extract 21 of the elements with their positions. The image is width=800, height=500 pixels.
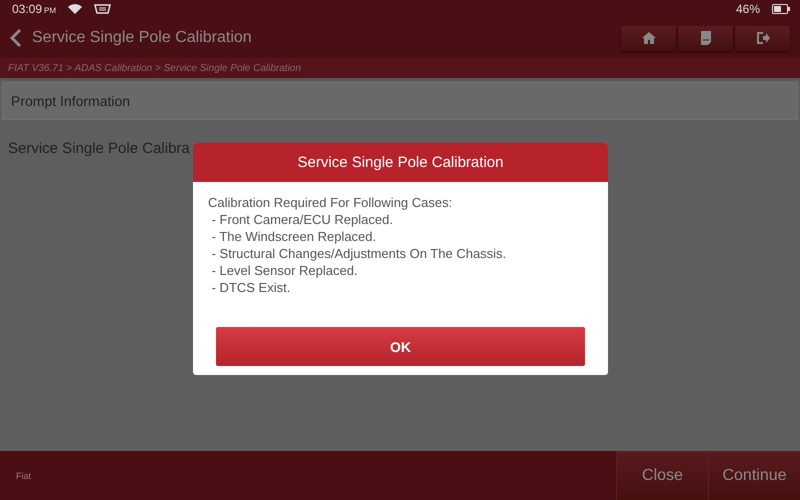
dialog-message: Calibration Required For Following Cases: - Front Camera/ECU Replaced. - The Windscreen Replaced. - Structural Changes/Adjustments On The Chassis. - Level Sensor Replaced. - DTCS Exist. <box>207 194 508 297</box>
home-button[interactable] <box>621 26 676 50</box>
status-time: 03:09 PM <box>12 2 56 16</box>
battery-icon <box>772 4 790 14</box>
content-text: Service Single Pole Calibra <box>8 140 190 157</box>
connector-icon <box>94 4 112 14</box>
wifi-icon <box>68 4 82 14</box>
ok-button[interactable]: OK <box>216 327 585 366</box>
dialog-title: Service Single Pole Calibration <box>193 143 608 182</box>
exit-button[interactable] <box>735 26 790 50</box>
document-button[interactable] <box>678 26 733 50</box>
footer-label: Fiat <box>16 470 32 480</box>
breadcrumb: FIAT V36.71 > ADAS Calibration > Service Single Pole Calibration <box>8 62 301 74</box>
footer-button[interactable]: Continue <box>708 451 800 500</box>
footer-button[interactable]: Close <box>616 451 708 500</box>
prompt-information-bar: Prompt Information <box>2 82 798 120</box>
battery-percent: 46% <box>736 2 760 16</box>
page-title: Service Single Pole Calibration <box>32 29 252 47</box>
exit-icon <box>756 31 770 45</box>
document-icon <box>698 31 712 45</box>
home-icon <box>642 31 656 45</box>
